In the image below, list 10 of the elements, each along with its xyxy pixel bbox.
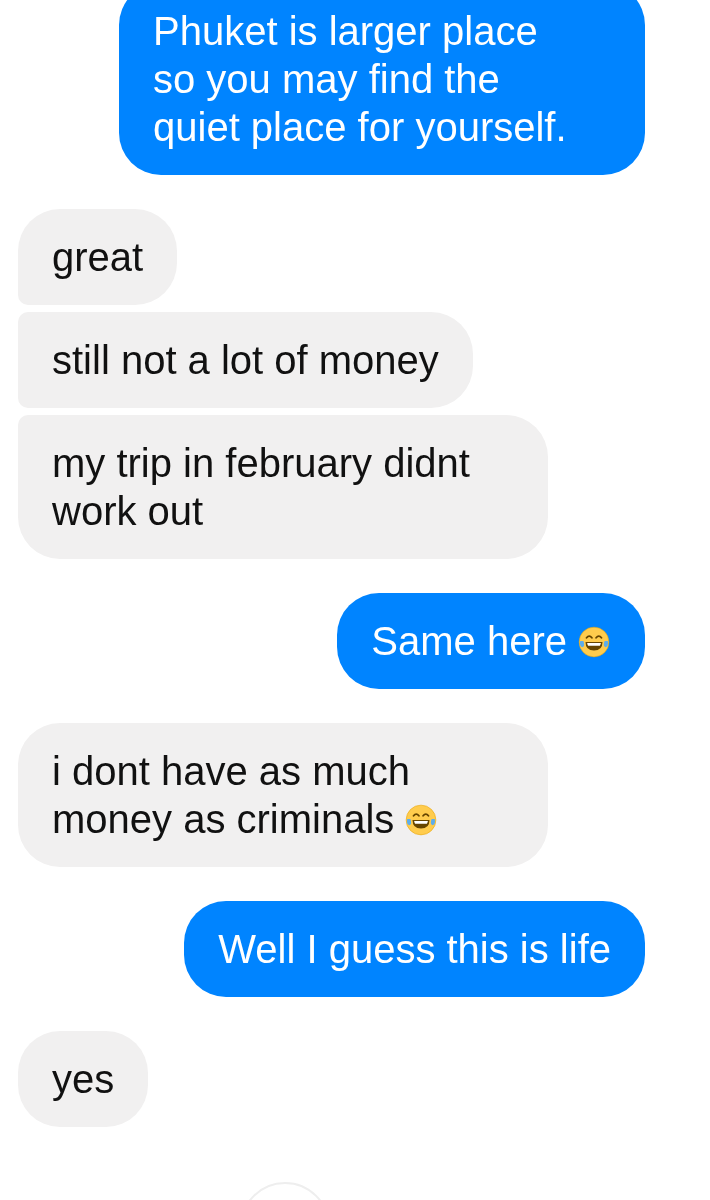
message-bubble: Well I guess this is life xyxy=(184,901,645,997)
message-bubble: my trip in february didnt work out xyxy=(18,415,548,559)
message-bubble: Phuket is larger place so you may find the quiet place for yourself. xyxy=(119,0,645,175)
message-bubble: Same here xyxy=(337,593,645,689)
message-bubble: yes xyxy=(18,1031,149,1127)
message-bubble: i dont have as much money as criminals xyxy=(18,723,548,867)
message-bubble: great xyxy=(18,209,178,305)
laughing-face-icon xyxy=(577,625,611,659)
message-bubble: still not a lot of money xyxy=(18,312,473,408)
laughing-face-icon xyxy=(404,803,439,837)
